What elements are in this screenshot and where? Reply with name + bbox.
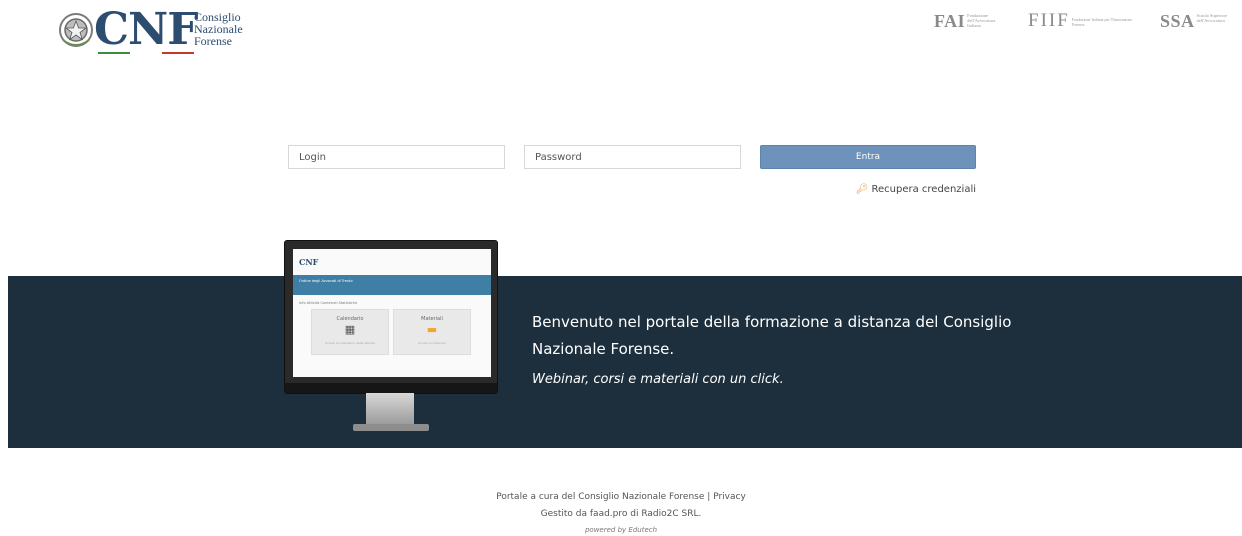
partner-fullname: Fondazione dell'Avvocatura Italiana bbox=[967, 13, 996, 28]
screen-tile-calendar: Calendario ▦ Accedi al calendario delle … bbox=[311, 309, 389, 355]
screen-header: Ordine degli Avvocati di Trento bbox=[293, 275, 491, 295]
tile-title: Materiali bbox=[421, 316, 443, 322]
partner-abbr: FAI bbox=[934, 11, 966, 31]
screen-header-text: Ordine degli Avvocati di Trento bbox=[299, 279, 353, 283]
screen-nav: Info Attività Contenuti Statistiche bbox=[299, 301, 358, 305]
screen-logo: CNF bbox=[299, 257, 319, 267]
footer-line-1: Portale a cura del Consiglio Nazionale F… bbox=[0, 492, 1242, 502]
logo-bar-red bbox=[162, 52, 194, 54]
calendar-icon: ▦ bbox=[344, 323, 356, 336]
logo-sub-line: Forense bbox=[194, 34, 232, 48]
monitor-stand bbox=[366, 393, 414, 425]
welcome-text: Benvenuto nel portale della formazione a… bbox=[532, 313, 1012, 358]
partner-logo-ssa[interactable]: SSA Scuola Superiore dell'Avvocatura bbox=[1160, 10, 1231, 38]
login-input[interactable] bbox=[288, 145, 505, 169]
logo-bar-green bbox=[98, 52, 130, 54]
monitor-screen: CNF Ordine degli Avvocati di Trento Info… bbox=[293, 249, 491, 377]
privacy-link[interactable]: Privacy bbox=[713, 492, 746, 502]
recover-credentials-label: Recupera credenziali bbox=[871, 184, 977, 195]
screen-tile-materials: Materiali ▬ Accedi ai materiali bbox=[393, 309, 471, 355]
footer-powered-by: powered by Edutech bbox=[584, 526, 658, 534]
footer-line-2: Gestito da faad.pro di Radio2C SRL. bbox=[540, 509, 702, 519]
tile-sub: Accedi ai materiali bbox=[418, 341, 446, 345]
monitor-bezel bbox=[285, 383, 497, 393]
footer-separator: | bbox=[707, 492, 711, 502]
partner-abbr: SSA bbox=[1160, 11, 1195, 31]
tile-title: Calendario bbox=[336, 316, 364, 322]
monitor-illustration: CNF Ordine degli Avvocati di Trento Info… bbox=[284, 240, 498, 394]
password-input[interactable] bbox=[524, 145, 741, 169]
tagline-text: Webinar, corsi e materiali con un click. bbox=[532, 372, 784, 387]
monitor-base bbox=[353, 424, 429, 431]
folder-icon: ▬ bbox=[426, 323, 438, 336]
enter-button[interactable]: Entra bbox=[760, 145, 976, 169]
footer-credit: Portale a cura del Consiglio Nazionale F… bbox=[496, 492, 705, 502]
recover-credentials-link[interactable]: 🔑︎ Recupera credenziali bbox=[856, 184, 976, 195]
partner-fullname: Scuola Superiore dell'Avvocatura bbox=[1196, 13, 1228, 23]
partner-logo-fiif[interactable]: FIIF Fondazione Italiana per l'Innovazion… bbox=[1028, 10, 1142, 38]
logo-subtitle: Consiglio Nazionale Forense bbox=[194, 11, 243, 47]
partner-fullname: Fondazione Italiana per l'Innovazione Fo… bbox=[1071, 17, 1133, 27]
cnf-logo[interactable]: CNF Consiglio Nazionale Forense bbox=[58, 4, 258, 56]
emblem-icon bbox=[59, 13, 93, 47]
tile-sub: Accedi al calendario delle attività bbox=[325, 341, 375, 345]
key-icon: 🔑︎ bbox=[855, 184, 869, 195]
partner-logo-fai[interactable]: FAI Fondazione dell'Avvocatura Italiana bbox=[934, 10, 1001, 38]
logo-wordmark: CNF bbox=[94, 4, 198, 55]
partner-abbr: FIIF bbox=[1028, 10, 1070, 31]
